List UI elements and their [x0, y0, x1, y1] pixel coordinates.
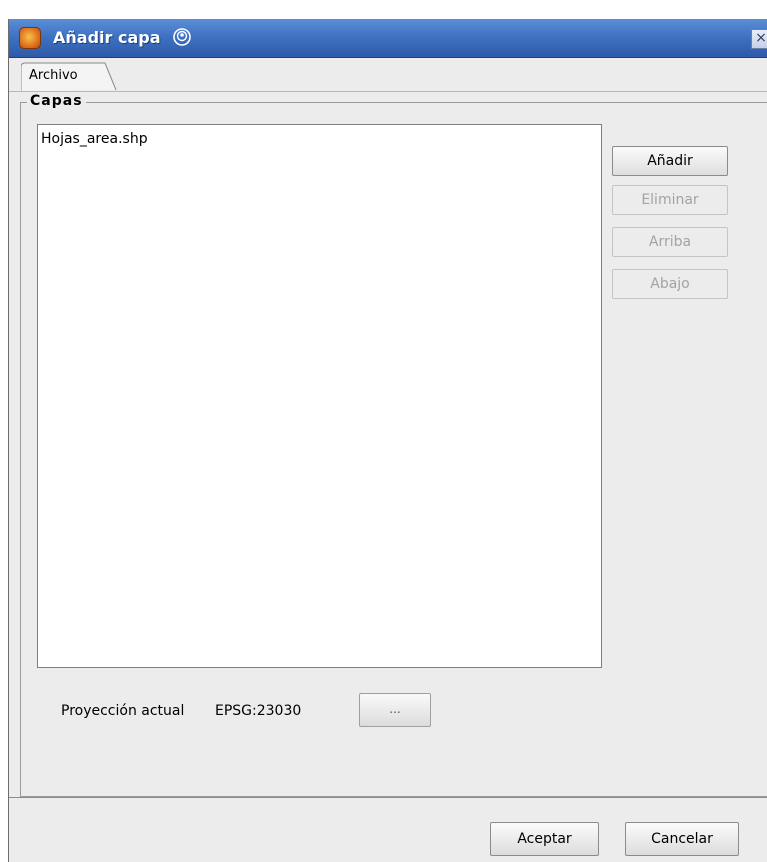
- projection-value: EPSG:23030: [215, 703, 302, 719]
- add-layer-dialog: Añadir capa × Archivo Capas Hojas_area.s…: [8, 19, 767, 862]
- tab-divider: [9, 91, 767, 92]
- accept-button[interactable]: Aceptar: [490, 822, 599, 856]
- remove-button[interactable]: Eliminar: [612, 185, 728, 215]
- footer-separator: [9, 797, 767, 798]
- layers-list[interactable]: Hojas_area.shp: [37, 124, 602, 668]
- close-icon: ×: [755, 30, 767, 46]
- tab-archivo[interactable]: Archivo: [21, 61, 117, 91]
- projection-label: Proyección actual: [61, 703, 185, 719]
- title-bar[interactable]: Añadir capa ×: [9, 19, 767, 58]
- list-item[interactable]: Hojas_area.shp: [41, 131, 148, 147]
- close-button[interactable]: ×: [751, 29, 767, 49]
- tab-label: Archivo: [29, 68, 78, 83]
- move-down-button[interactable]: Abajo: [612, 269, 728, 299]
- projection-picker-button[interactable]: ...: [359, 693, 431, 727]
- window-title: Añadir capa: [53, 28, 161, 47]
- swirl-icon: [173, 28, 191, 46]
- move-up-button[interactable]: Arriba: [612, 227, 728, 257]
- app-icon: [19, 27, 41, 49]
- cancel-button[interactable]: Cancelar: [625, 822, 739, 856]
- add-button[interactable]: Añadir: [612, 146, 728, 176]
- layers-group-title: Capas: [27, 93, 86, 109]
